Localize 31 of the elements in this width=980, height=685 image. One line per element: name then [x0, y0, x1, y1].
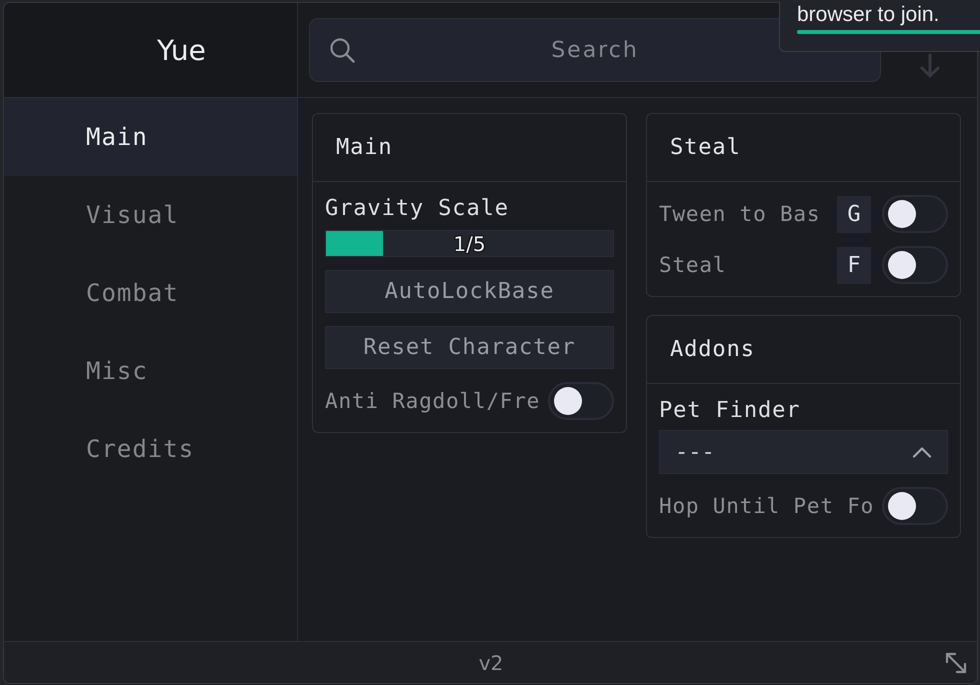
slider-value: 1/5 — [453, 232, 486, 254]
dropdown-label: Pet Finder — [659, 400, 802, 422]
section-title: Addons — [670, 337, 755, 362]
toggle-switch[interactable] — [882, 246, 948, 284]
slider-track[interactable]: 1/5 — [325, 230, 614, 257]
section-title: Steal — [670, 135, 741, 160]
section-title: Main — [336, 135, 393, 160]
sidebar-item[interactable]: Misc — [4, 332, 297, 410]
sidebar-item[interactable]: Visual — [4, 176, 297, 254]
version-label: v2 — [478, 650, 504, 674]
toggle-label: Anti Ragdoll/Fre — [325, 389, 540, 413]
toggle-label: Tween to Bas — [659, 202, 820, 226]
sidebar-item[interactable]: Main — [4, 98, 297, 176]
dropdown-value: --- — [675, 440, 715, 464]
toggle-label: Steal — [659, 253, 726, 277]
keybind-button[interactable]: G — [837, 196, 871, 232]
toggle-switch[interactable] — [548, 382, 614, 420]
toggle-switch[interactable] — [882, 195, 948, 233]
chevron-up-icon — [912, 446, 932, 458]
sidebar-item[interactable]: Credits — [4, 410, 297, 488]
keybind-button[interactable]: F — [837, 246, 871, 284]
dropdown-field[interactable]: --- — [659, 430, 948, 474]
window-title: Yue — [157, 34, 206, 66]
toggle-switch[interactable] — [882, 487, 948, 525]
action-button[interactable]: AutoLockBase — [325, 270, 614, 313]
action-button[interactable]: Reset Character — [325, 326, 614, 369]
slider-label: Gravity Scale — [325, 198, 510, 220]
sidebar-item[interactable]: Combat — [4, 254, 297, 332]
search-icon — [329, 37, 355, 63]
toggle-label: Hop Until Pet Fo — [659, 494, 874, 518]
resize-icon[interactable] — [944, 650, 968, 674]
